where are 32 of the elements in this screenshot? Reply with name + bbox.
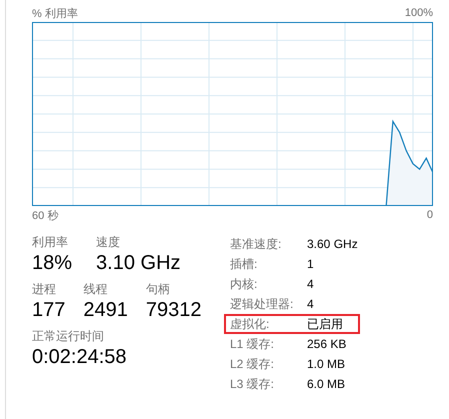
stat-value: 79312 xyxy=(146,298,202,323)
detail-label: L3 缓存: xyxy=(230,376,276,392)
stat-label: 进程 xyxy=(32,281,57,297)
detail-label: 基准速度: xyxy=(230,236,282,252)
stat-value: 177 xyxy=(32,298,66,323)
time-span-label: 60 秒 xyxy=(32,208,58,222)
stat-value: 0:02:24:58 xyxy=(32,345,127,370)
detail-label: L2 缓存: xyxy=(230,356,276,372)
detail-value: 4 xyxy=(307,297,314,311)
stat-label: 线程 xyxy=(83,281,108,297)
stat-value: 3.10 GHz xyxy=(96,251,181,276)
detail-value: 1 xyxy=(307,257,314,271)
detail-label: 逻辑处理器: xyxy=(230,296,294,312)
axis-end-label: 0 xyxy=(426,209,433,221)
stat-label: 利用率 xyxy=(32,234,69,250)
stat-label: 句柄 xyxy=(146,281,171,297)
stat-label: 速度 xyxy=(96,234,122,250)
detail-value: 已启用 xyxy=(307,316,343,332)
detail-value: 256 KB xyxy=(307,337,346,351)
detail-label: 内核: xyxy=(230,276,258,292)
stat-value: 18% xyxy=(32,251,72,276)
detail-label: 插槽: xyxy=(230,256,258,272)
detail-value: 6.0 MB xyxy=(307,377,346,391)
chart-title: % 利用率 xyxy=(32,6,78,20)
stat-value: 2491 xyxy=(83,298,128,323)
detail-label: 虚拟化: xyxy=(230,316,270,332)
detail-label: L1 缓存: xyxy=(230,336,276,352)
axis-max-label: 100% xyxy=(404,7,433,19)
stat-label: 正常运行时间 xyxy=(32,328,105,344)
detail-value: 3.60 GHz xyxy=(307,237,358,251)
detail-value: 4 xyxy=(307,277,314,291)
detail-value: 1.0 MB xyxy=(307,357,346,371)
